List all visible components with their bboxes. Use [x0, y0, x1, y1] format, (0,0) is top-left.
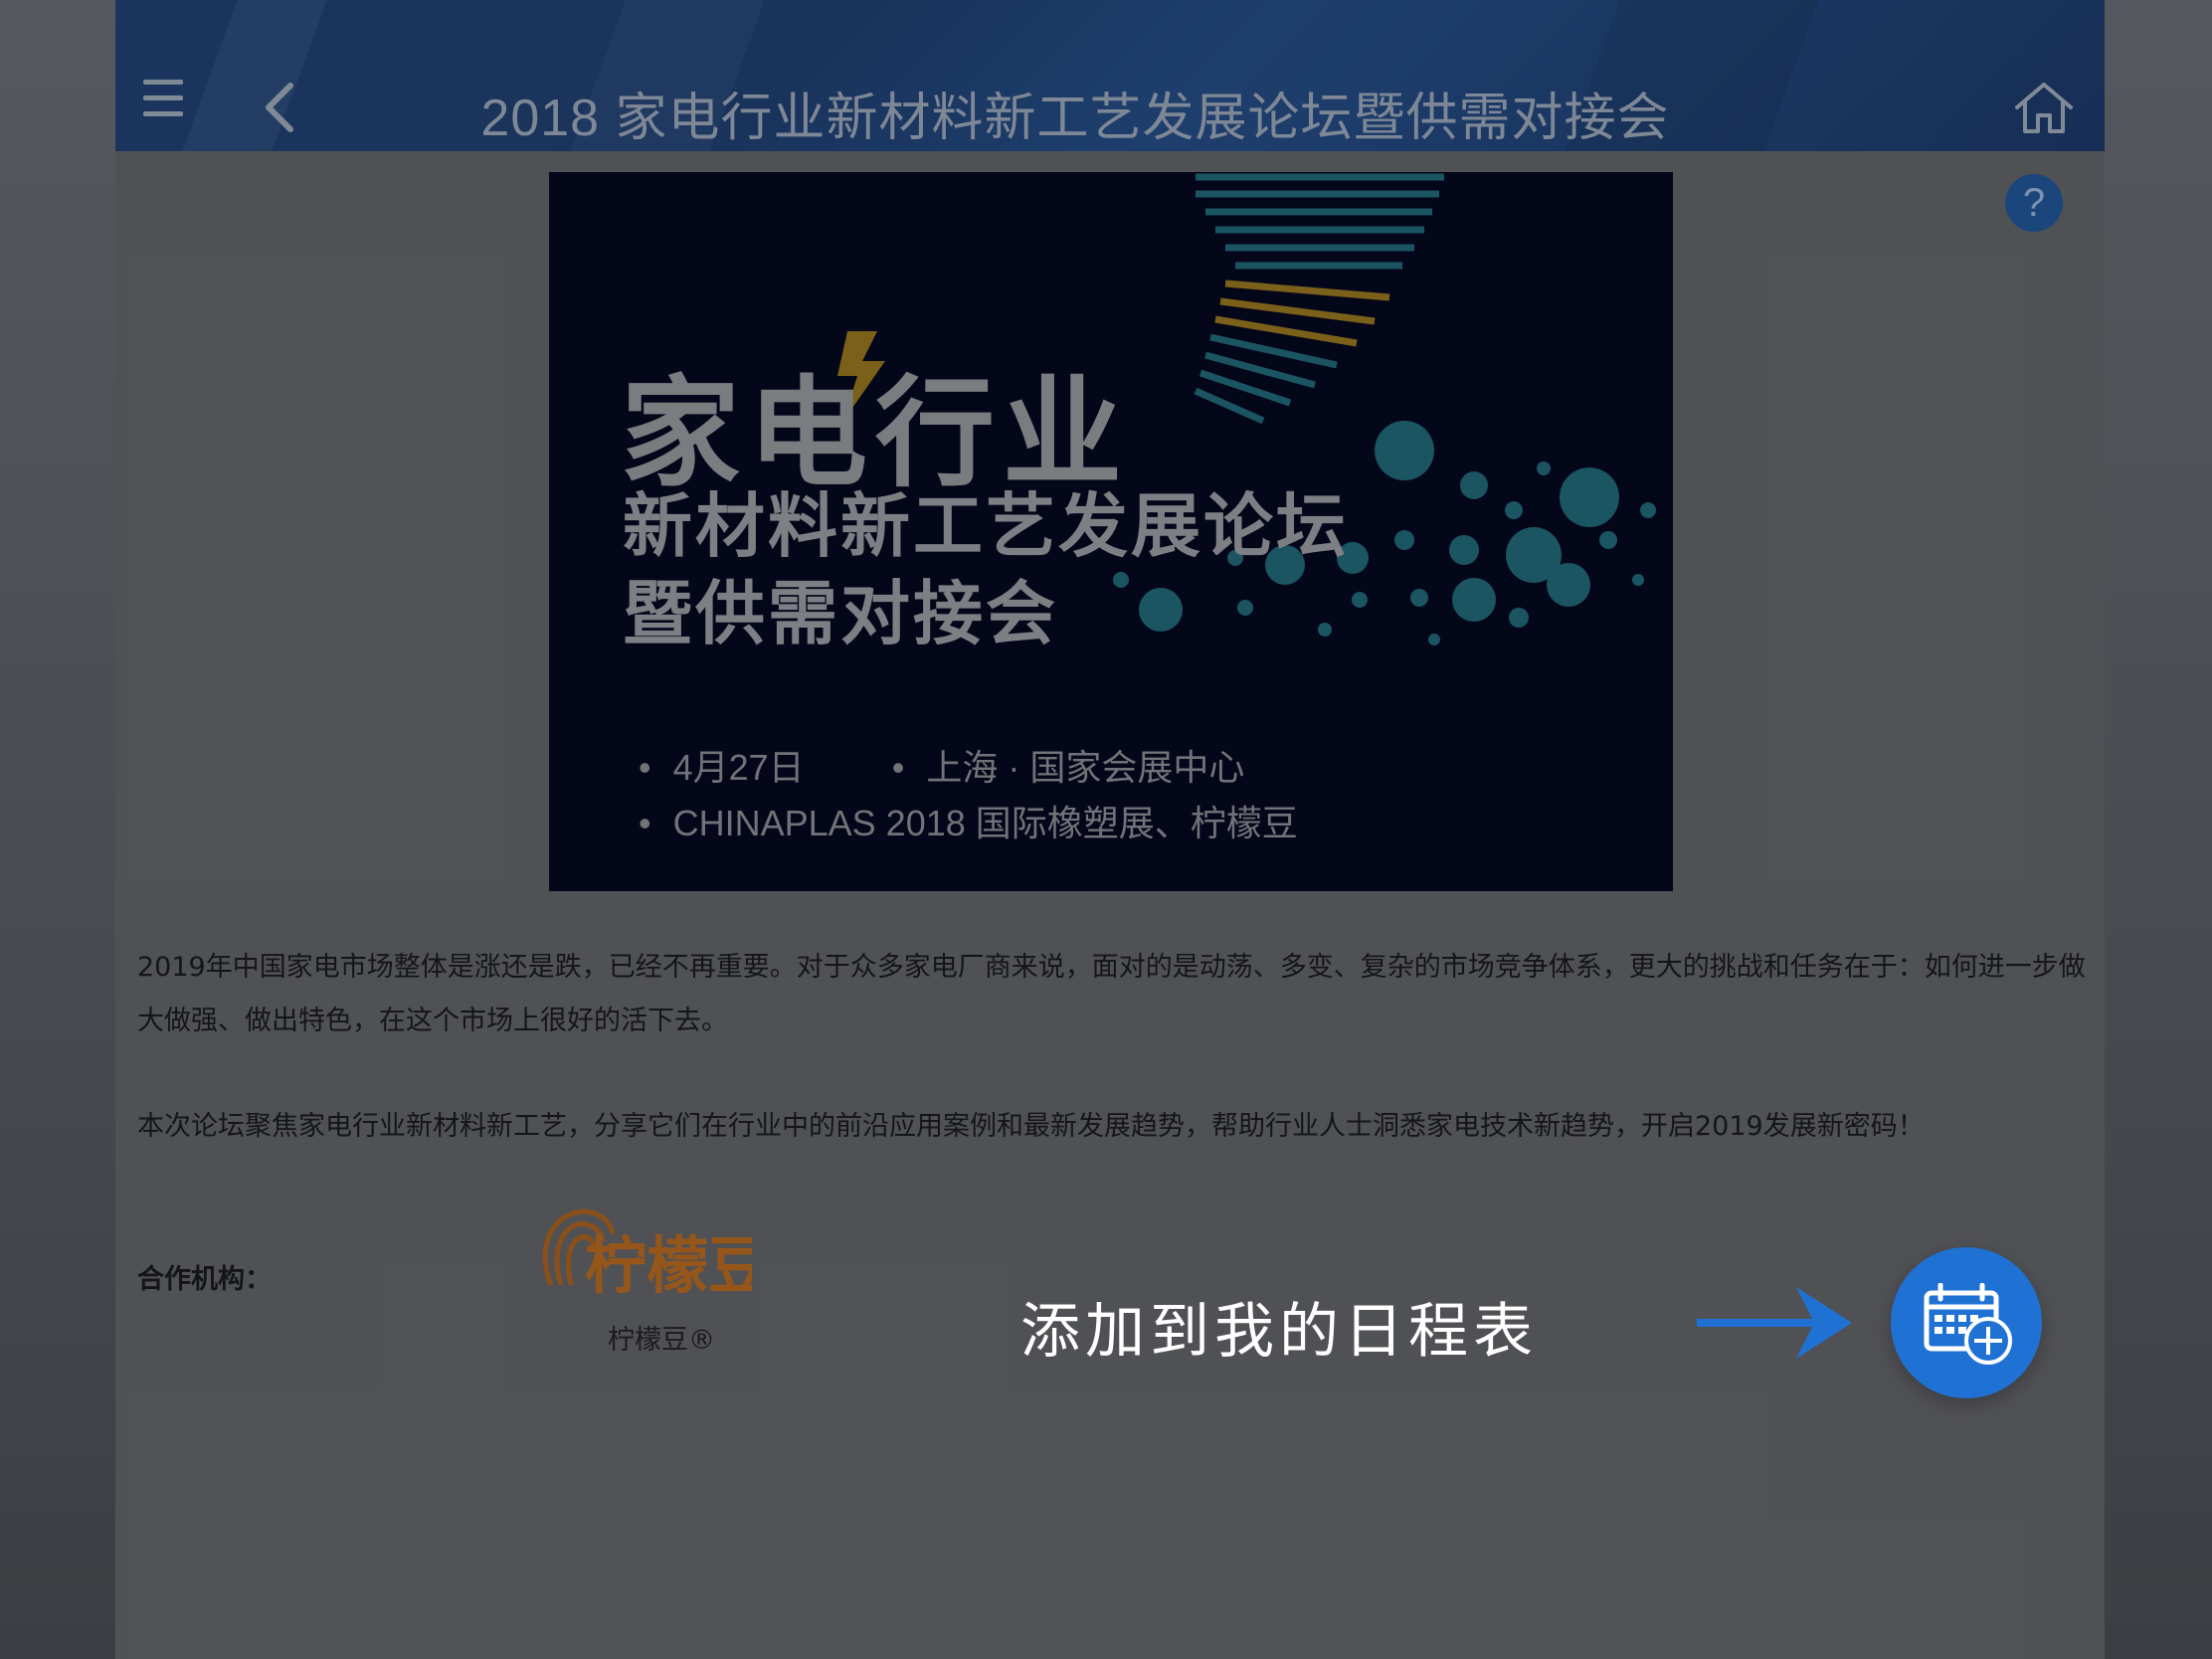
arrow-right-icon [1697, 1283, 1856, 1367]
banner-subline: 新材料新工艺发展论坛 [623, 485, 1349, 567]
banner-location: 上海 · 国家会展中心 [926, 747, 1245, 788]
partner-label: 合作机构： [137, 1264, 272, 1295]
banner-subline: 暨供需对接会 [623, 573, 1058, 654]
event-banner-image: 家电行业 新材料新工艺发展论坛 暨供需对接会 • 4月27日 • 上海 · 国家会展… [549, 172, 1673, 891]
bullet: • [891, 747, 905, 788]
partner-name: 柠檬豆® [608, 1325, 715, 1356]
top-navigation-bar: 2018 家电行业新材料新工艺发展论坛暨供需对接会 [115, 0, 2105, 151]
banner-organizers-line: • CHINAPLAS 2018 国际橡塑展、柠檬豆 [639, 795, 1298, 846]
help-button[interactable]: ? [2005, 174, 2063, 232]
bullet: • [639, 803, 651, 843]
banner-date: 4月27日 [672, 747, 805, 788]
add-to-schedule-button[interactable] [1891, 1247, 2042, 1398]
banner-date-location: • 4月27日 • 上海 · 国家会展中心 [639, 739, 1244, 791]
calendar-add-icon [1924, 1283, 2012, 1365]
banner-organizers: CHINAPLAS 2018 国际橡塑展、柠檬豆 [672, 803, 1298, 843]
partner-logo[interactable]: 柠檬豆 [533, 1194, 770, 1303]
description-paragraph: 2019年中国家电市场整体是涨还是跌，已经不再重要。对于众多家电厂商来说，面对的… [137, 952, 2086, 1036]
home-icon[interactable] [2013, 80, 2075, 135]
fan-stripes [1194, 173, 1444, 425]
page-title: 2018 家电行业新材料新工艺发展论坛暨供需对接会 [480, 90, 1670, 147]
partner-logo-text: 柠檬豆 [585, 1229, 752, 1302]
description-paragraph: 本次论坛聚焦家电行业新材料新工艺，分享它们在行业中的前沿应用案例和最新发展趋势，… [137, 1111, 1925, 1142]
tutorial-hint-text: 添加到我的日程表 [1020, 1297, 1538, 1367]
app-window: 2018 家电行业新材料新工艺发展论坛暨供需对接会 ? 家电行业 新材料新工艺发… [115, 0, 2105, 1659]
bullet: • [639, 747, 651, 788]
